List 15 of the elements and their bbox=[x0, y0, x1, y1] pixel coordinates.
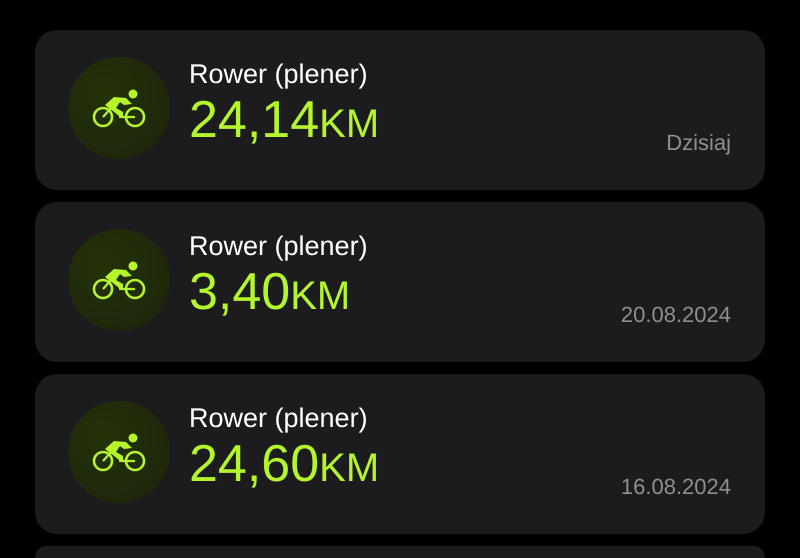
workout-title: Rower (plener) bbox=[189, 402, 369, 435]
cyclist-icon bbox=[92, 88, 146, 128]
workout-card[interactable]: Rower (plener) 24,60KM 16.08.2024 bbox=[35, 374, 765, 534]
workout-distance: 24,60KM bbox=[189, 435, 380, 495]
workout-date: 20.08.2024 bbox=[620, 302, 731, 328]
cyclist-icon bbox=[92, 432, 146, 472]
workout-date: 16.08.2024 bbox=[620, 474, 731, 500]
workout-date: Dzisiaj bbox=[666, 130, 731, 156]
cyclist-icon bbox=[92, 260, 146, 300]
workout-distance: 24,14KM bbox=[189, 91, 380, 151]
workout-distance: 3,40KM bbox=[189, 263, 352, 323]
workout-card[interactable]: Rower (plener) 24,14KM Dzisiaj bbox=[35, 30, 765, 190]
workout-title: Rower (plener) bbox=[189, 58, 369, 91]
workout-card[interactable]: Rower (plener) 3,40KM 20.08.2024 bbox=[35, 202, 765, 362]
workout-title: Rower (plener) bbox=[189, 230, 369, 263]
